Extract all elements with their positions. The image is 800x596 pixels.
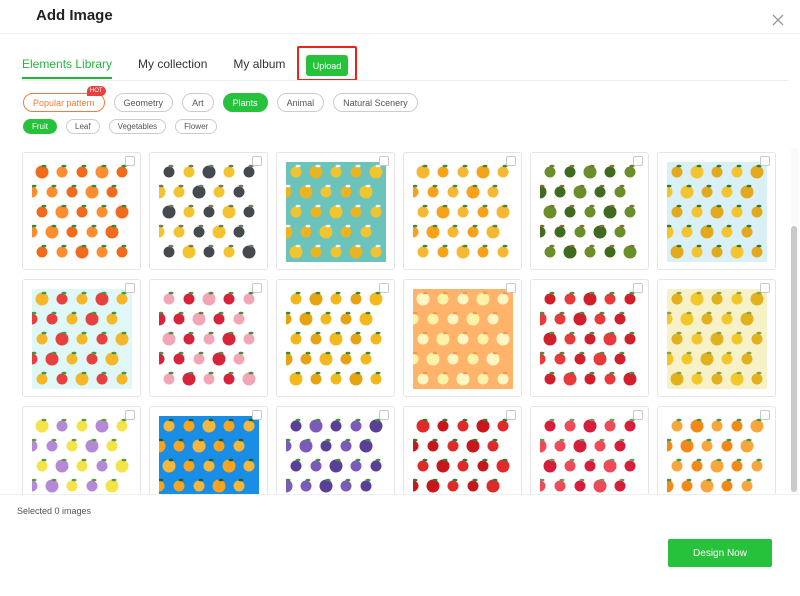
select-checkbox[interactable] <box>125 283 135 293</box>
pattern-image <box>286 162 386 262</box>
select-checkbox[interactable] <box>633 156 643 166</box>
pattern-image <box>667 289 767 389</box>
select-checkbox[interactable] <box>506 283 516 293</box>
category-label: Popular pattern <box>33 97 95 108</box>
pattern-tile-cherry-flower[interactable] <box>149 279 268 397</box>
image-grid <box>22 152 785 494</box>
select-checkbox[interactable] <box>252 283 262 293</box>
pattern-image <box>413 416 513 494</box>
pattern-image <box>667 416 767 494</box>
select-checkbox[interactable] <box>760 410 770 420</box>
pattern-tile-green-apple[interactable] <box>530 152 649 270</box>
pattern-tile-pineapple[interactable] <box>276 279 395 397</box>
select-checkbox[interactable] <box>760 283 770 293</box>
hot-badge: HOT <box>86 86 106 96</box>
select-checkbox[interactable] <box>379 156 389 166</box>
pattern-image <box>32 289 132 389</box>
subcategory-fruit[interactable]: Fruit <box>23 119 57 134</box>
select-checkbox[interactable] <box>379 410 389 420</box>
pattern-tile-pineapple-cherry[interactable] <box>22 279 141 397</box>
pattern-tile-orange-dots[interactable] <box>403 279 522 397</box>
tab-my-collection[interactable]: My collection <box>138 48 207 77</box>
pattern-tile-orange-leaf[interactable] <box>657 406 776 494</box>
pattern-tile-banana[interactable] <box>276 152 395 270</box>
category-art[interactable]: Art <box>182 93 214 112</box>
pattern-tile-orange-blue[interactable] <box>149 406 268 494</box>
subcategory-filter: Fruit Leaf Vegetables Flower <box>23 119 226 134</box>
image-grid-viewport <box>22 152 785 494</box>
close-icon[interactable] <box>772 14 784 26</box>
pattern-tile-orange[interactable] <box>22 152 141 270</box>
select-checkbox[interactable] <box>252 410 262 420</box>
pattern-image <box>159 162 259 262</box>
tab-bar: Elements Library My collection My album <box>22 48 311 80</box>
pattern-image <box>286 416 386 494</box>
select-checkbox[interactable] <box>125 410 135 420</box>
pattern-image <box>413 289 513 389</box>
pattern-image <box>540 162 640 262</box>
select-checkbox[interactable] <box>506 156 516 166</box>
tab-my-album[interactable]: My album <box>233 48 285 77</box>
pattern-image <box>286 289 386 389</box>
pattern-image <box>540 416 640 494</box>
tabs-divider <box>22 80 788 81</box>
pattern-tile-grape[interactable] <box>276 406 395 494</box>
pattern-tile-lemon-slice[interactable] <box>149 152 268 270</box>
pattern-image <box>32 162 132 262</box>
select-checkbox[interactable] <box>633 283 643 293</box>
category-popular-pattern[interactable]: Popular pattern HOT <box>23 86 106 112</box>
select-checkbox[interactable] <box>760 156 770 166</box>
category-filter: Popular pattern HOT Geometry Art Plants … <box>23 86 427 112</box>
category-plants[interactable]: Plants <box>222 93 268 112</box>
pattern-tile-cherry-leaf[interactable] <box>530 406 649 494</box>
pattern-tile-pineapple-blue[interactable] <box>657 152 776 270</box>
selected-count: Selected 0 images <box>17 506 92 516</box>
pattern-image <box>159 416 259 494</box>
design-now-button[interactable]: Design Now <box>668 539 772 567</box>
pattern-image <box>159 289 259 389</box>
select-checkbox[interactable] <box>633 410 643 420</box>
upload-button[interactable]: Upload <box>306 55 348 76</box>
tab-elements-library[interactable]: Elements Library <box>22 48 113 79</box>
pattern-image <box>32 416 132 494</box>
pattern-tile-cherry-red[interactable] <box>530 279 649 397</box>
pattern-tile-pepper[interactable] <box>403 406 522 494</box>
pattern-image <box>413 162 513 262</box>
footer-divider <box>0 494 800 495</box>
subcategory-flower[interactable]: Flower <box>175 119 218 134</box>
pattern-tile-orange-fruit[interactable] <box>403 152 522 270</box>
scrollbar-thumb[interactable] <box>791 226 797 492</box>
pattern-tile-lemon-purple[interactable] <box>22 406 141 494</box>
select-checkbox[interactable] <box>506 410 516 420</box>
subcategory-vegetables[interactable]: Vegetables <box>108 119 167 134</box>
subcategory-leaf[interactable]: Leaf <box>66 119 100 134</box>
category-natural-scenery[interactable]: Natural Scenery <box>333 93 418 112</box>
select-checkbox[interactable] <box>252 156 262 166</box>
select-checkbox[interactable] <box>125 156 135 166</box>
pattern-tile-pineapple-yellow[interactable] <box>657 279 776 397</box>
pattern-image <box>667 162 767 262</box>
category-geometry[interactable]: Geometry <box>113 93 174 112</box>
select-checkbox[interactable] <box>379 283 389 293</box>
pattern-image <box>540 289 640 389</box>
category-animal[interactable]: Animal <box>276 93 325 112</box>
upload-highlight: Upload <box>297 46 357 81</box>
header-divider <box>0 33 800 34</box>
scrollbar-track[interactable] <box>791 148 799 494</box>
dialog-title: Add Image <box>36 7 113 24</box>
